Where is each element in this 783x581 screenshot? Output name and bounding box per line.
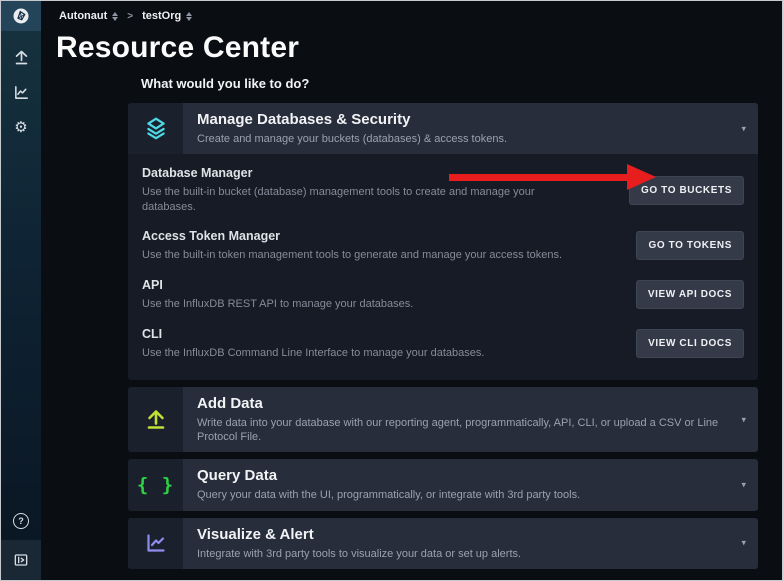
- row-title: CLI: [142, 327, 484, 341]
- view-api-docs-button[interactable]: VIEW API DOCS: [636, 280, 744, 309]
- line-chart-icon: [144, 531, 168, 555]
- panel-manage-databases-body: Database Manager Use the built-in bucket…: [128, 154, 758, 380]
- row-description: Use the built-in bucket (database) manag…: [142, 185, 582, 214]
- panel-title: Add Data: [197, 395, 728, 413]
- panel-visualize-alert: Visualize & Alert Integrate with 3rd par…: [128, 518, 758, 569]
- panel-title: Manage Databases & Security: [197, 111, 728, 129]
- page-subtitle: What would you like to do?: [141, 76, 782, 91]
- row-title: Access Token Manager: [142, 229, 562, 243]
- breadcrumb-org-dropdown[interactable]: testOrg: [142, 10, 192, 22]
- page-title: Resource Center: [56, 31, 782, 65]
- go-to-buckets-button[interactable]: GO TO BUCKETS: [629, 176, 744, 205]
- upload-nav-icon[interactable]: [11, 47, 31, 67]
- braces-icon: { }: [137, 474, 174, 496]
- panel-head: Query Data Query your data with the UI, …: [183, 459, 758, 510]
- breadcrumb: Autonaut > testOrg: [41, 1, 782, 22]
- panel-visualize-alert-header[interactable]: Visualize & Alert Integrate with 3rd par…: [128, 518, 758, 569]
- graphs-nav-icon[interactable]: [11, 82, 31, 102]
- breadcrumb-org-label: testOrg: [142, 10, 181, 22]
- row-text: CLI Use the InfluxDB Command Line Interf…: [142, 327, 484, 360]
- line-chart-icon-cell: [128, 518, 183, 569]
- main-content: Autonaut > testOrg Resource Center What …: [41, 1, 782, 580]
- breadcrumb-account-dropdown[interactable]: Autonaut: [59, 10, 118, 22]
- panel-title: Visualize & Alert: [197, 526, 728, 544]
- sort-icon[interactable]: [112, 12, 118, 21]
- influxdb-logo[interactable]: [1, 1, 41, 31]
- docs-icon: [13, 552, 29, 568]
- panel-manage-databases: Manage Databases & Security Create and m…: [128, 103, 758, 380]
- upload-icon: [144, 408, 168, 432]
- sort-icon[interactable]: [186, 12, 192, 21]
- panel-add-data-header[interactable]: Add Data Write data into your database w…: [128, 387, 758, 453]
- panel-query-data-header[interactable]: { } Query Data Query your data with the …: [128, 459, 758, 510]
- breadcrumb-separator-icon: >: [127, 11, 133, 22]
- database-manager-row: Database Manager Use the built-in bucket…: [142, 166, 744, 214]
- panel-description: Create and manage your buckets (database…: [197, 132, 728, 146]
- help-icon: ?: [13, 513, 29, 529]
- api-row: API Use the InfluxDB REST API to manage …: [142, 278, 744, 312]
- sidebar-bottom: ?: [1, 502, 41, 580]
- app-window: ⚙ ? Autonaut > testOrg: [0, 0, 783, 581]
- panel-head: Manage Databases & Security Create and m…: [183, 103, 758, 154]
- panel-manage-databases-header[interactable]: Manage Databases & Security Create and m…: [128, 103, 758, 154]
- panel-description: Write data into your database with our r…: [197, 416, 728, 445]
- cli-row: CLI Use the InfluxDB Command Line Interf…: [142, 327, 744, 361]
- chevron-down-icon: ▾: [741, 414, 746, 425]
- panel-title: Query Data: [197, 467, 728, 485]
- braces-icon-cell: { }: [128, 459, 183, 510]
- go-to-tokens-button[interactable]: GO TO TOKENS: [636, 231, 744, 260]
- row-description: Use the InfluxDB Command Line Interface …: [142, 346, 484, 360]
- chevron-down-icon: ▾: [741, 123, 746, 134]
- sidebar-nav: ⚙: [11, 31, 31, 502]
- panel-add-data: Add Data Write data into your database w…: [128, 387, 758, 453]
- sidebar: ⚙ ?: [1, 1, 41, 580]
- row-description: Use the built-in token management tools …: [142, 248, 562, 262]
- row-text: Database Manager Use the built-in bucket…: [142, 166, 582, 214]
- chevron-down-icon: ▾: [741, 538, 746, 549]
- row-title: Database Manager: [142, 166, 582, 180]
- upload-icon-cell: [128, 387, 183, 453]
- docs-nav-item[interactable]: [1, 540, 41, 580]
- row-description: Use the InfluxDB REST API to manage your…: [142, 297, 413, 311]
- panel-description: Query your data with the UI, programmati…: [197, 488, 728, 502]
- resource-panels: Manage Databases & Security Create and m…: [128, 103, 758, 569]
- chevron-down-icon: ▾: [741, 480, 746, 491]
- layers-icon: [143, 116, 169, 142]
- breadcrumb-account-label: Autonaut: [59, 10, 107, 22]
- row-text: Access Token Manager Use the built-in to…: [142, 229, 562, 262]
- panel-head: Add Data Write data into your database w…: [183, 387, 758, 453]
- layers-icon-cell: [128, 103, 183, 154]
- access-token-manager-row: Access Token Manager Use the built-in to…: [142, 229, 744, 263]
- panel-description: Integrate with 3rd party tools to visual…: [197, 547, 728, 561]
- row-title: API: [142, 278, 413, 292]
- help-nav-item[interactable]: ?: [1, 502, 41, 540]
- settings-nav-icon[interactable]: ⚙: [11, 117, 31, 137]
- gear-icon: ⚙: [14, 120, 27, 135]
- panel-head: Visualize & Alert Integrate with 3rd par…: [183, 518, 758, 569]
- influxdb-logo-icon: [12, 7, 30, 25]
- row-text: API Use the InfluxDB REST API to manage …: [142, 278, 413, 311]
- view-cli-docs-button[interactable]: VIEW CLI DOCS: [636, 329, 744, 358]
- panel-query-data: { } Query Data Query your data with the …: [128, 459, 758, 510]
